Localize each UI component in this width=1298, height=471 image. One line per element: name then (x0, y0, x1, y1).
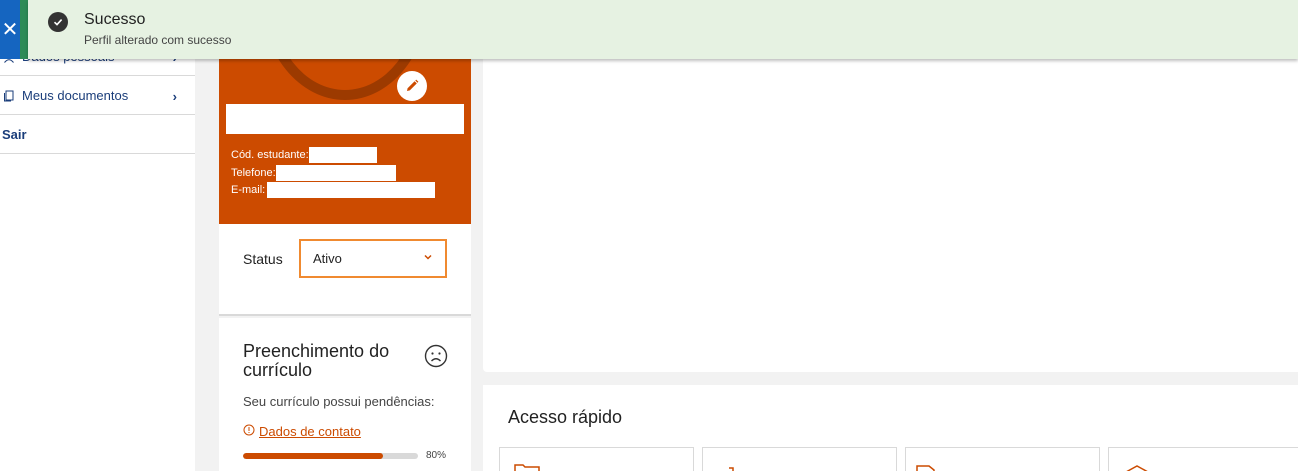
quick-tile-folder[interactable] (499, 447, 694, 471)
student-code-redacted (308, 147, 377, 163)
documents-icon (2, 89, 16, 103)
logout-label: Sair (2, 127, 27, 142)
pending-item: Dados de contato (243, 424, 361, 439)
quick-access-title: Acesso rápido (508, 407, 623, 427)
status-label: Status (243, 251, 283, 267)
curriculum-subtitle: Seu currículo possui pendências: (243, 394, 435, 409)
phone-redacted (275, 165, 396, 181)
sidebar-item-documents[interactable]: Meus documentos › (0, 77, 195, 115)
sidebar-item-logout[interactable]: Sair (0, 116, 195, 154)
sidebar-item-label: Meus documentos (22, 88, 129, 103)
curriculum-card: Preenchimento do currículo Seu currículo… (219, 318, 471, 471)
quick-tile-network[interactable] (702, 447, 897, 471)
pencil-icon (407, 79, 419, 91)
check-circle-icon (48, 12, 68, 32)
status-select[interactable]: Ativo (299, 239, 447, 278)
sad-face-icon (424, 344, 448, 373)
document-icon (916, 464, 938, 471)
student-code-row: Cód. estudante: (231, 147, 377, 163)
graduation-cap-icon (1125, 464, 1149, 471)
toast-body: Sucesso Perfil alterado com sucesso (28, 0, 1298, 59)
progress-fill (243, 453, 383, 459)
close-icon: ✕ (1, 19, 19, 41)
chevron-down-icon (423, 251, 433, 265)
progress-percent: 80% (426, 450, 447, 461)
quick-tile-document[interactable] (905, 447, 1100, 471)
toast-accent-bar (20, 0, 28, 59)
student-code-label: Cód. estudante: (231, 149, 309, 161)
network-icon (725, 464, 737, 471)
toast-close-button[interactable]: ✕ (0, 0, 20, 59)
folder-icon (514, 462, 540, 471)
toast-message: Perfil alterado com sucesso (84, 33, 232, 47)
warning-icon (243, 424, 255, 439)
student-name-redacted (226, 104, 464, 134)
phone-label: Telefone: (231, 167, 276, 179)
status-section: Status Ativo (219, 224, 471, 316)
contact-data-link[interactable]: Dados de contato (259, 424, 361, 439)
success-toast: ✕ Sucesso Perfil alterado com sucesso (0, 0, 1298, 59)
sidebar: Dados pessoais › Meus documentos › Sair (0, 0, 195, 471)
quick-access-panel: Acesso rápido (483, 385, 1298, 471)
progress-bar (243, 453, 418, 459)
email-label: E-mail: (231, 184, 266, 196)
curriculum-title: Preenchimento do currículo (243, 341, 390, 380)
email-row: E-mail: (231, 182, 436, 198)
phone-row: Telefone: (231, 165, 396, 181)
toast-title: Sucesso (84, 11, 146, 28)
quick-tile-graduation[interactable] (1108, 447, 1298, 471)
chevron-right-icon: › (172, 89, 177, 104)
status-value: Ativo (313, 251, 342, 266)
edit-profile-button[interactable] (397, 71, 427, 101)
email-redacted (267, 182, 436, 198)
